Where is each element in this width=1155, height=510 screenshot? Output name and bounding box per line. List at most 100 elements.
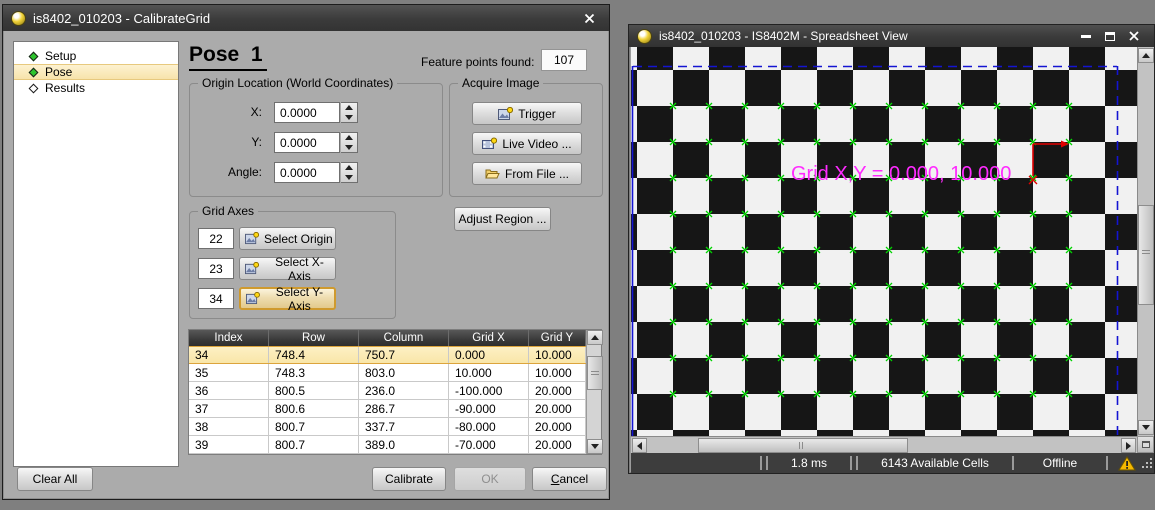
- select-x-axis-button[interactable]: Select X-Axis: [239, 257, 336, 280]
- table-row[interactable]: 35 748.3 803.0 10.000 10.000: [189, 364, 586, 382]
- close-icon[interactable]: [577, 9, 601, 27]
- col-header-index[interactable]: Index: [189, 330, 269, 346]
- spin-up-icon[interactable]: [341, 103, 357, 113]
- scroll-left-icon[interactable]: [632, 438, 647, 453]
- cell-grid-y: 20.000: [529, 418, 586, 435]
- angle-label: Angle:: [198, 165, 262, 179]
- x-field[interactable]: 0.0000: [274, 102, 340, 123]
- y-axis-cell-field[interactable]: 34: [198, 288, 234, 309]
- cell-index: 36: [189, 382, 269, 399]
- warning-icon[interactable]: [1110, 456, 1144, 471]
- camera-trigger-icon: [498, 107, 513, 121]
- step-done-icon: [29, 51, 39, 61]
- tree-item-setup[interactable]: Setup: [14, 48, 178, 64]
- insight-app-icon: [11, 11, 26, 26]
- step-done-icon: [29, 67, 39, 77]
- table-scrollbar[interactable]: [586, 330, 601, 454]
- select-y-axis-label: Select Y-Axis: [265, 285, 334, 313]
- table-header-row: Index Row Column Grid X Grid Y: [189, 330, 586, 346]
- spreadsheet-view-window: is8402_010203 - IS8402M - Spreadsheet Vi…: [628, 24, 1155, 474]
- angle-field[interactable]: 0.0000: [274, 162, 340, 183]
- cell-row: 748.4: [269, 347, 359, 363]
- resize-grip[interactable]: [1144, 456, 1154, 470]
- col-header-row[interactable]: Row: [269, 330, 359, 346]
- table-row[interactable]: 37 800.6 286.7 -90.000 20.000: [189, 400, 586, 418]
- film-icon: [482, 137, 497, 151]
- cell-row: 800.5: [269, 382, 359, 399]
- window-titlebar[interactable]: is8402_010203 - IS8402M - Spreadsheet Vi…: [629, 25, 1154, 47]
- horizontal-scrollbar[interactable]: [631, 436, 1137, 453]
- select-x-axis-label: Select X-Axis: [264, 255, 335, 283]
- feature-points-table: Index Row Column Grid X Grid Y 34 748.4 …: [188, 329, 602, 455]
- close-icon[interactable]: [1122, 27, 1146, 45]
- checkerboard-image: Grid X,Y = 0.000, 10.000: [631, 47, 1137, 436]
- x-spinner[interactable]: [341, 102, 358, 123]
- spin-up-icon[interactable]: [341, 163, 357, 173]
- scrollbar-corner-box: [1137, 436, 1154, 453]
- ok-label: OK: [481, 472, 498, 486]
- ok-button: OK: [454, 467, 526, 491]
- scrollbar-thumb[interactable]: [587, 356, 603, 390]
- cell-grid-x: -70.000: [449, 436, 529, 453]
- select-y-axis-button[interactable]: Select Y-Axis: [239, 287, 336, 310]
- cell-index: 39: [189, 436, 269, 453]
- table-row[interactable]: 39 800.7 389.0 -70.000 20.000: [189, 436, 586, 454]
- vertical-scrollbar[interactable]: [1137, 47, 1154, 436]
- calibration-image-view[interactable]: Grid X,Y = 0.000, 10.000: [631, 47, 1137, 436]
- spin-down-icon[interactable]: [341, 143, 357, 153]
- from-file-label: From File ...: [505, 167, 569, 181]
- spin-down-icon[interactable]: [341, 113, 357, 123]
- group-title: Origin Location (World Coordinates): [198, 76, 397, 90]
- x-axis-cell-field[interactable]: 23: [198, 258, 234, 279]
- cancel-button[interactable]: Cancel: [532, 467, 607, 491]
- cell-grid-x: -80.000: [449, 418, 529, 435]
- scroll-up-icon[interactable]: [587, 330, 603, 345]
- status-connection: Offline: [1016, 456, 1104, 470]
- origin-cell-field[interactable]: 22: [198, 228, 234, 249]
- scrollbar-thumb[interactable]: [698, 438, 908, 453]
- cell-row: 800.7: [269, 418, 359, 435]
- cell-grid-x: 0.000: [449, 347, 529, 363]
- angle-spinner[interactable]: [341, 162, 358, 183]
- cell-grid-x: 10.000: [449, 364, 529, 381]
- status-bar: 1.8 ms 6143 Available Cells Offline: [631, 453, 1154, 473]
- tree-item-results[interactable]: Results: [14, 80, 178, 96]
- scroll-up-icon[interactable]: [1138, 48, 1154, 63]
- cell-grid-y: 20.000: [529, 436, 586, 453]
- table-row[interactable]: 38 800.7 337.7 -80.000 20.000: [189, 418, 586, 436]
- trigger-button[interactable]: Trigger: [472, 102, 582, 125]
- minimize-icon[interactable]: [1074, 27, 1098, 45]
- col-header-grid-y[interactable]: Grid Y: [529, 330, 586, 346]
- col-header-column[interactable]: Column: [359, 330, 449, 346]
- select-origin-button[interactable]: Select Origin: [239, 227, 336, 250]
- dialog-titlebar[interactable]: is8402_010203 - CalibrateGrid: [3, 5, 609, 31]
- cell-row: 800.7: [269, 436, 359, 453]
- from-file-button[interactable]: From File ...: [472, 162, 582, 185]
- y-field[interactable]: 0.0000: [274, 132, 340, 153]
- y-spinner[interactable]: [341, 132, 358, 153]
- tree-item-pose[interactable]: Pose: [14, 64, 178, 80]
- scroll-down-icon[interactable]: [587, 439, 603, 454]
- tree-item-label: Results: [45, 81, 85, 95]
- grid-axes-group: Grid Axes 22 Select Origin 23 Select X-A…: [189, 211, 396, 319]
- scroll-right-icon[interactable]: [1121, 438, 1136, 453]
- acquire-image-group: Acquire Image Trigger Live Video ... Fro…: [449, 83, 603, 197]
- spin-down-icon[interactable]: [341, 173, 357, 183]
- live-video-button[interactable]: Live Video ...: [472, 132, 582, 155]
- calibrate-button[interactable]: Calibrate: [372, 467, 446, 491]
- select-point-icon: [245, 232, 259, 245]
- cell-index: 35: [189, 364, 269, 381]
- maximize-icon[interactable]: [1098, 27, 1122, 45]
- adjust-region-button[interactable]: Adjust Region ...: [454, 207, 551, 231]
- insight-app-icon: [637, 29, 652, 44]
- group-title: Grid Axes: [198, 204, 258, 218]
- cell-index: 38: [189, 418, 269, 435]
- scroll-down-icon[interactable]: [1138, 420, 1154, 435]
- table-row[interactable]: 36 800.5 236.0 -100.000 20.000: [189, 382, 586, 400]
- table-row[interactable]: 34 748.4 750.7 0.000 10.000: [189, 346, 586, 364]
- scrollbar-thumb[interactable]: [1138, 205, 1154, 305]
- select-point-icon: [245, 262, 259, 275]
- col-header-grid-x[interactable]: Grid X: [449, 330, 529, 346]
- clear-all-button[interactable]: Clear All: [17, 467, 93, 491]
- spin-up-icon[interactable]: [341, 133, 357, 143]
